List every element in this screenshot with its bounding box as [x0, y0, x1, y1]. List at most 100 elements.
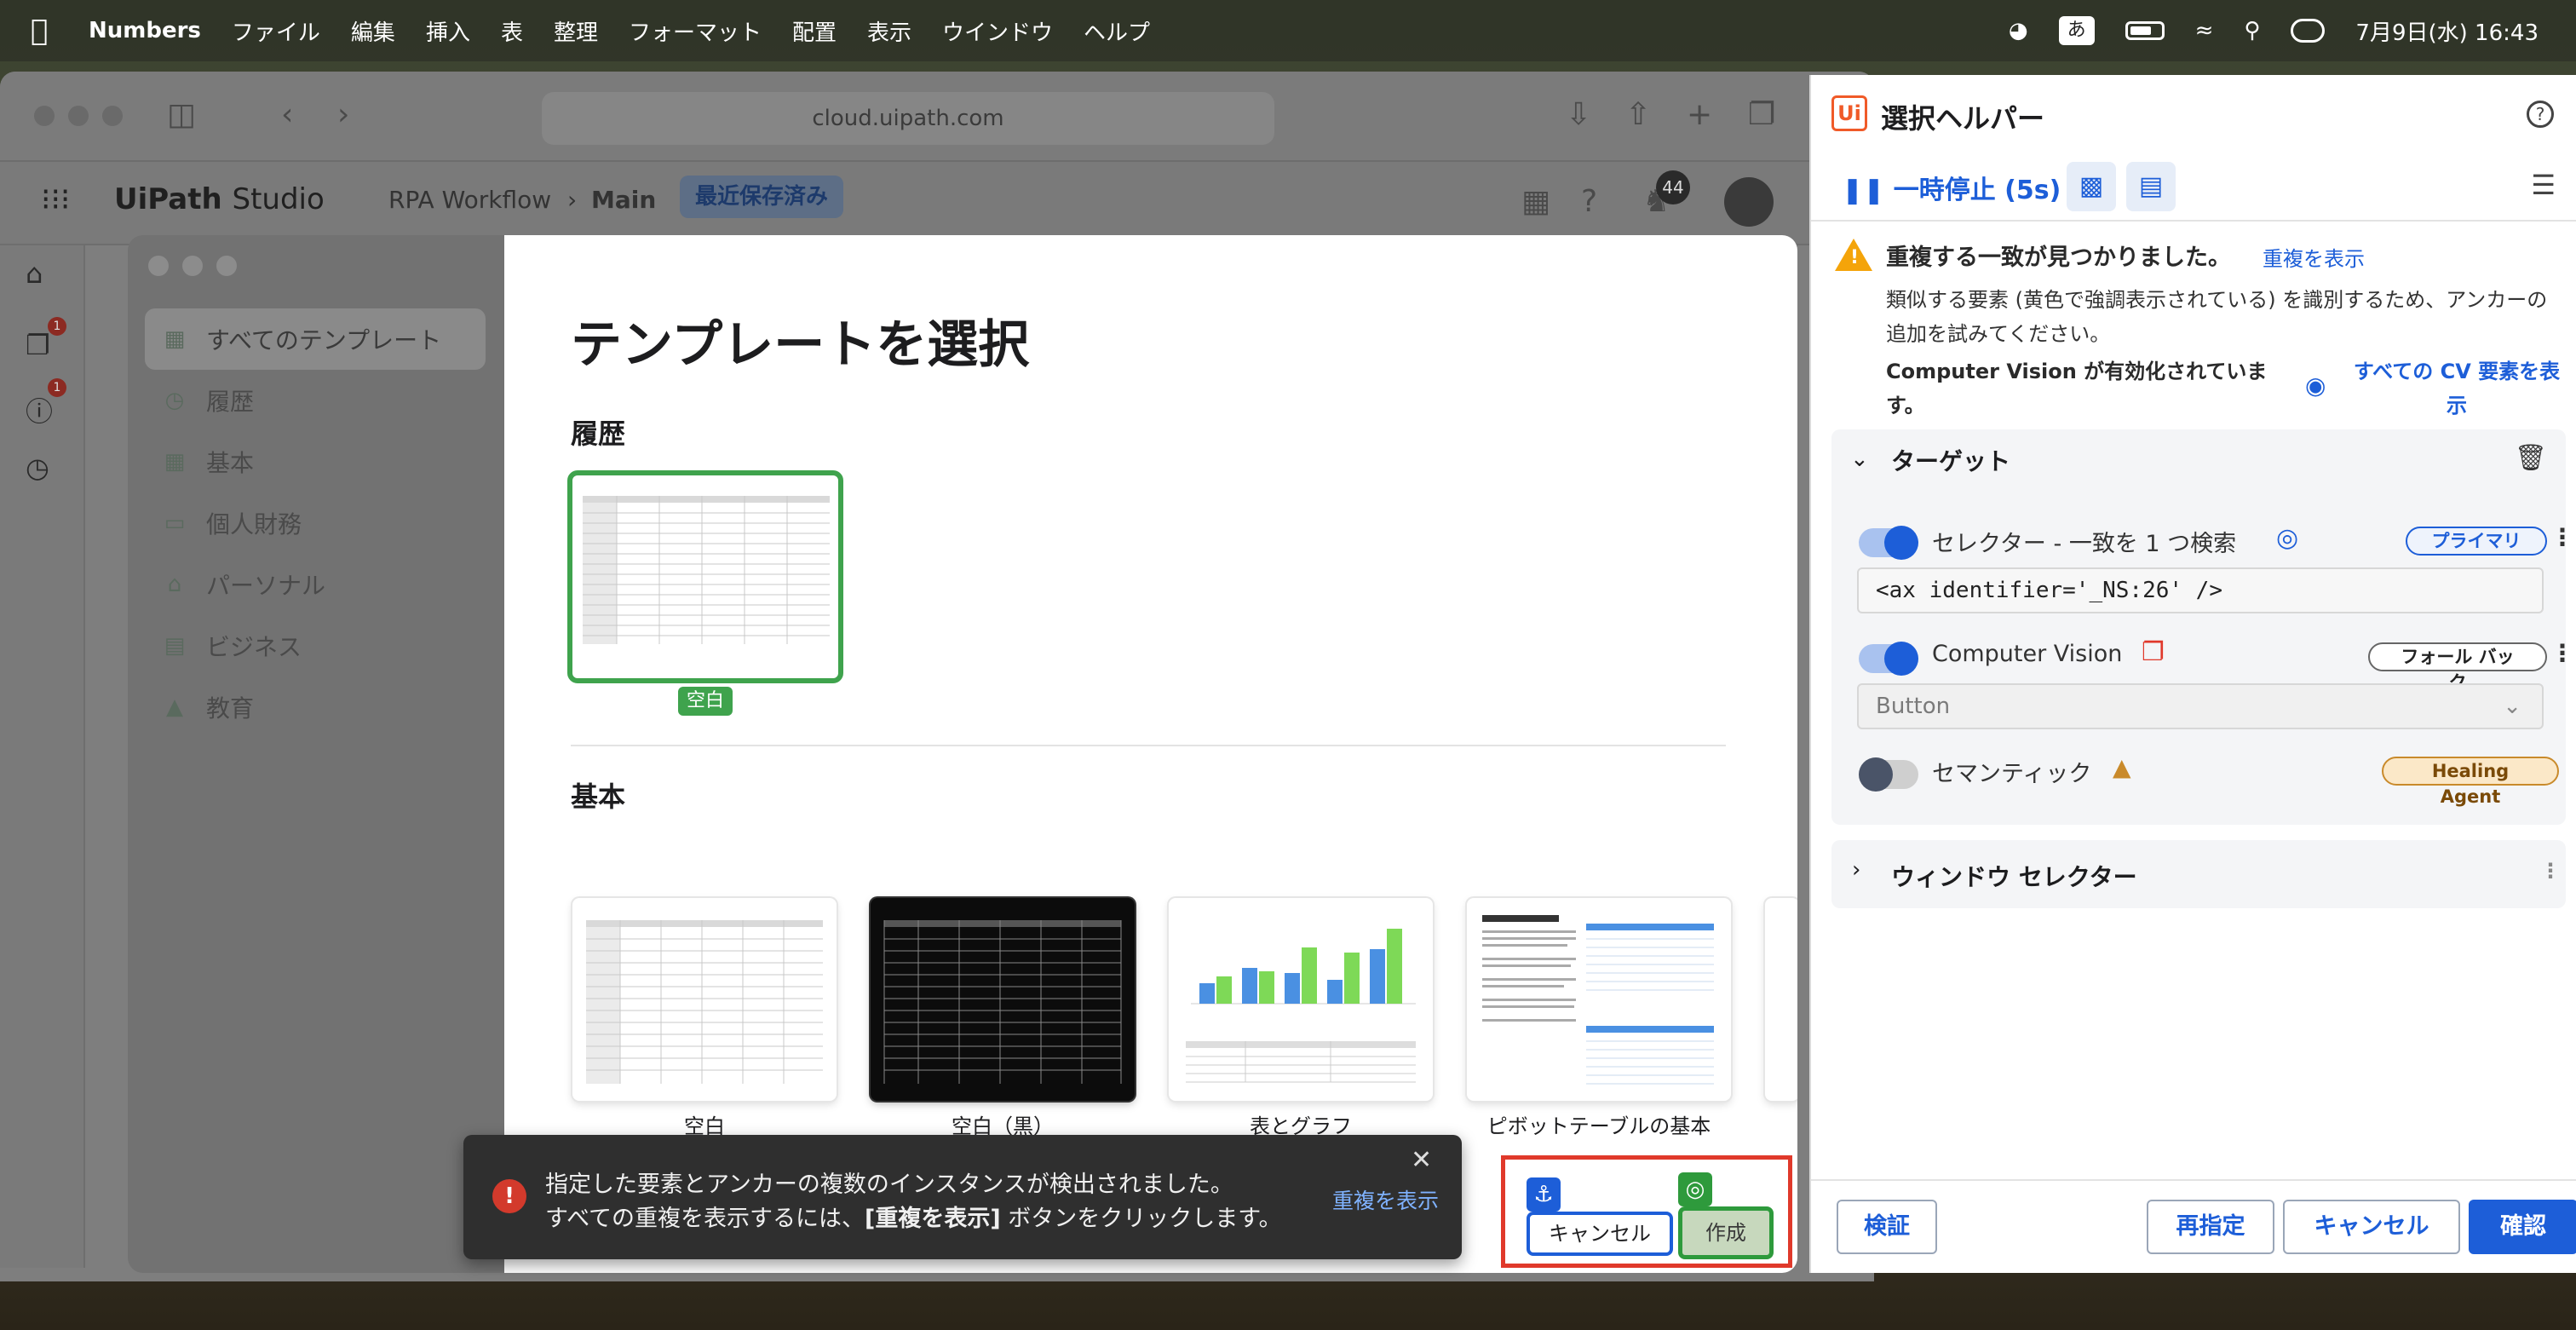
- target-section-title: ターゲット: [1891, 447, 2011, 475]
- history-icon[interactable]: ◷: [26, 452, 60, 486]
- control-center-icon[interactable]: [2291, 19, 2326, 43]
- category-all-templates[interactable]: ▦ すべてのテンプレート: [145, 308, 486, 370]
- menu-bar:  Numbers ファイル 編集 挿入 表 整理 フォーマット 配置 表示 ウ…: [0, 0, 2576, 61]
- computer-vision-toggle[interactable]: [1859, 642, 1918, 676]
- template-pivot-table-basics[interactable]: [1467, 898, 1731, 1101]
- apple-menu-icon[interactable]: : [31, 14, 65, 48]
- chevron-down-icon[interactable]: ⌄: [1850, 446, 1869, 472]
- breadcrumb-root[interactable]: RPA Workflow: [388, 186, 551, 214]
- template-charts-and-tables[interactable]: [1169, 898, 1433, 1101]
- cv-more-icon[interactable]: ⋮: [2550, 639, 2574, 667]
- template-blank[interactable]: [572, 898, 837, 1101]
- duplicate-instances-toast: ! 指定した要素とアンカーの複数のインスタンスが検出されました。 すべての重複を…: [463, 1135, 1462, 1259]
- category-basic[interactable]: ▦ 基本: [145, 431, 486, 492]
- selection-helper-panel: Ui 選択ヘルパー ? ❚❚ 一時停止 (5s) ⌄ ▩ ▤ ☰ ! 重複する一…: [1809, 75, 2576, 1273]
- settings-sliders-icon[interactable]: ☰: [2531, 169, 2556, 201]
- template-blank-black[interactable]: [871, 898, 1135, 1101]
- selector-toggle[interactable]: [1859, 526, 1918, 560]
- category-personal[interactable]: ⌂ パーソナル: [145, 554, 486, 615]
- warning-description: 類似する要素 (黄色で強調表示されている) を識別するため、アンカーの追加を試み…: [1886, 288, 2548, 346]
- confirm-button[interactable]: 確認: [2469, 1200, 2576, 1254]
- menu-edit[interactable]: 編集: [351, 15, 395, 47]
- cv-element-type-select[interactable]: Button ⌄: [1857, 683, 2544, 729]
- sidebar-toggle-icon[interactable]: ◫: [167, 97, 196, 132]
- window-selector-section[interactable]: › ウィンドウ セレクター ⋮: [1831, 840, 2566, 908]
- highlight-pattern-icon[interactable]: ▤: [2126, 162, 2176, 211]
- template-next-partial[interactable]: [1765, 898, 1797, 1101]
- share-icon[interactable]: ⇧: [1625, 97, 1651, 132]
- wifi-icon[interactable]: ≈: [2195, 18, 2214, 43]
- dialog-minimize-button[interactable]: [182, 256, 203, 276]
- home-icon[interactable]: ⌂: [26, 257, 60, 291]
- window-close-button[interactable]: [34, 106, 55, 126]
- validate-button[interactable]: 検証: [1837, 1200, 1937, 1254]
- menu-arrange[interactable]: 配置: [792, 15, 837, 47]
- spotlight-search-icon[interactable]: ⚲: [2244, 18, 2260, 43]
- menu-organize[interactable]: 整理: [554, 15, 598, 47]
- selector-input[interactable]: <ax identifier='_NS:26' />: [1857, 567, 2544, 613]
- menu-format[interactable]: フォーマット: [629, 15, 762, 47]
- app-launcher-icon[interactable]: ⁝⁝⁝: [41, 182, 70, 217]
- dialog-zoom-button[interactable]: [216, 256, 237, 276]
- recent-section-heading: 履歴: [571, 417, 626, 450]
- show-duplicates-link[interactable]: 重複を表示: [2263, 242, 2365, 272]
- pause-button[interactable]: ❚❚ 一時停止 (5s) ⌄: [1842, 169, 2091, 206]
- eye-icon[interactable]: ◉: [2305, 371, 2326, 400]
- pivot-table-thumbnail: [1482, 915, 1714, 1085]
- menu-table[interactable]: 表: [501, 15, 523, 47]
- blank-black-table-thumbnail: [883, 920, 1122, 1084]
- copy-icon[interactable]: ❐: [2142, 637, 2165, 667]
- menu-window[interactable]: ウインドウ: [942, 15, 1053, 47]
- clock-datetime[interactable]: 7月9日(水) 16:43: [2355, 15, 2539, 47]
- saved-status-badge: 最近保存済み: [680, 176, 844, 218]
- trash-icon[interactable]: 🗑: [2515, 443, 2547, 473]
- battery-icon[interactable]: [2125, 21, 2165, 40]
- recent-blank-template[interactable]: [567, 470, 843, 683]
- tab-overview-icon[interactable]: ❐: [1748, 97, 1775, 132]
- category-personal-finance[interactable]: ▭ 個人財務: [145, 492, 486, 554]
- help-icon[interactable]: ?: [2527, 101, 2554, 128]
- dialog-close-button[interactable]: [148, 256, 169, 276]
- back-icon[interactable]: ‹: [281, 97, 293, 132]
- target-icon: ◎: [1678, 1172, 1712, 1206]
- dialog-create-button[interactable]: 作成: [1678, 1206, 1774, 1259]
- download-icon[interactable]: ⇩: [1566, 97, 1591, 132]
- breadcrumb-current[interactable]: Main: [591, 186, 656, 214]
- window-zoom-button[interactable]: [102, 106, 123, 126]
- screen-recording-icon[interactable]: ◕: [2009, 18, 2028, 43]
- element-detection-icon[interactable]: ▩: [2067, 162, 2116, 211]
- new-tab-icon[interactable]: +: [1687, 97, 1712, 132]
- store-icon[interactable]: ▦: [1521, 184, 1550, 219]
- menu-view[interactable]: 表示: [867, 15, 911, 47]
- section-divider: [571, 745, 1726, 746]
- show-all-cv-elements-link[interactable]: すべての CV 要素を表示: [2346, 354, 2567, 423]
- show-duplicates-link[interactable]: 重複を表示: [1332, 1184, 1439, 1215]
- category-business[interactable]: ▤ ビジネス: [145, 615, 486, 677]
- address-bar[interactable]: cloud.uipath.com: [542, 92, 1274, 145]
- window-selector-more-icon[interactable]: ⋮: [2540, 859, 2561, 883]
- panel-footer: 検証 再指定 キャンセル 確認: [1811, 1179, 2576, 1273]
- menu-file[interactable]: ファイル: [232, 15, 320, 47]
- forward-icon[interactable]: ›: [337, 97, 349, 132]
- app-menu-numbers[interactable]: Numbers: [89, 18, 201, 43]
- dialog-cancel-button[interactable]: キャンセル: [1527, 1212, 1673, 1256]
- semantic-toggle[interactable]: [1859, 757, 1918, 792]
- template-chooser-dialog: ▦ すべてのテンプレート ◷ 履歴 ▦ 基本 ▭ 個人財務 ⌂ パーソナル ▤ …: [128, 235, 1797, 1273]
- menu-insert[interactable]: 挿入: [426, 15, 470, 47]
- target-icon: ◎: [2276, 523, 2299, 553]
- cancel-button[interactable]: キャンセル: [2283, 1200, 2460, 1254]
- template-pivot-table-basics-label: ピボットテーブルの基本: [1486, 1114, 1711, 1138]
- help-icon[interactable]: ?: [1581, 184, 1597, 219]
- avatar[interactable]: [1724, 177, 1774, 227]
- close-icon[interactable]: ✕: [1411, 1145, 1432, 1175]
- input-method-indicator[interactable]: あ: [2058, 16, 2095, 45]
- chevron-right-icon[interactable]: ›: [1852, 857, 1860, 883]
- category-education[interactable]: ▲ 教育: [145, 677, 486, 738]
- category-recent[interactable]: ◷ 履歴: [145, 370, 486, 431]
- reselect-button[interactable]: 再指定: [2147, 1200, 2274, 1254]
- panel-toolbar: ❚❚ 一時停止 (5s) ⌄ ▩ ▤ ☰: [1811, 150, 2576, 222]
- breadcrumb-separator-icon: ›: [567, 186, 578, 214]
- menu-help[interactable]: ヘルプ: [1084, 15, 1150, 47]
- selector-more-icon[interactable]: ⋮: [2550, 523, 2574, 551]
- window-minimize-button[interactable]: [68, 106, 89, 126]
